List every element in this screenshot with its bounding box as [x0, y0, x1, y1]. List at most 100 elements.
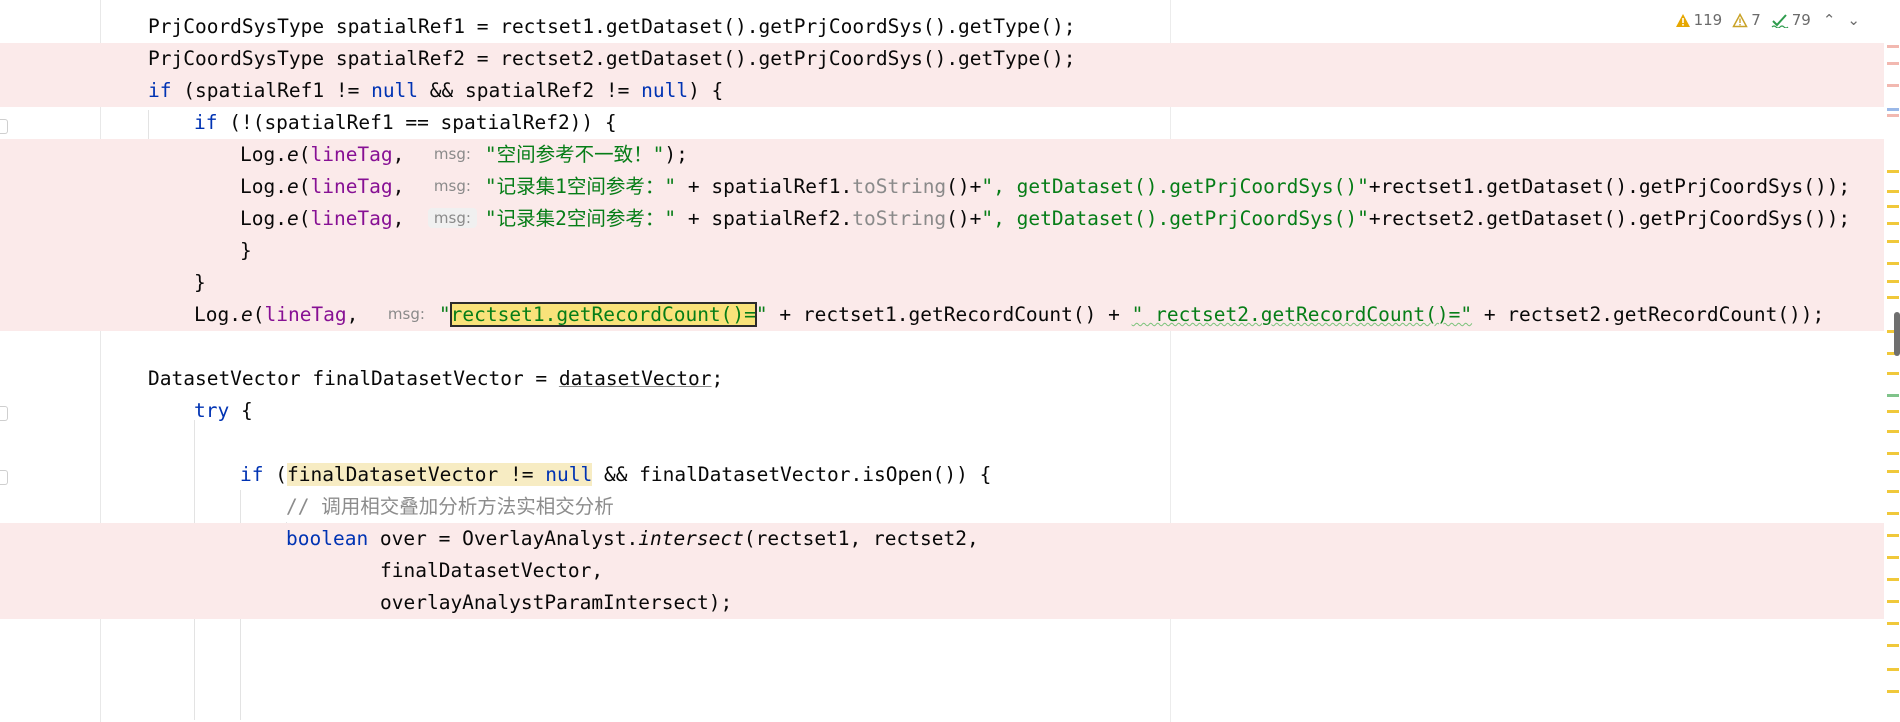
code-line[interactable]: try { — [0, 395, 1884, 427]
error-stripe-mark[interactable] — [1887, 430, 1899, 433]
warnings-indicator[interactable]: 119 — [1675, 11, 1723, 29]
warning-icon — [1675, 13, 1690, 27]
error-stripe-mark[interactable] — [1887, 84, 1899, 87]
error-stripe-mark[interactable] — [1887, 372, 1899, 375]
error-stripe-mark[interactable] — [1887, 690, 1899, 693]
code-text: Log. — [240, 143, 287, 166]
error-stripe-mark[interactable] — [1887, 534, 1899, 537]
error-stripe-mark[interactable] — [1887, 600, 1899, 603]
code-text: ) { — [688, 79, 724, 102]
previous-highlight-icon[interactable]: ⌃ — [1823, 11, 1836, 29]
code-line[interactable]: if (finalDatasetVector != null && finalD… — [0, 459, 1884, 491]
next-highlight-icon[interactable]: ⌄ — [1847, 11, 1860, 29]
code-line[interactable]: Log.e(lineTag, msg: "rectset1.getRecordCo… — [0, 299, 1884, 331]
method-name: toString — [852, 207, 947, 230]
error-stripe-mark[interactable] — [1887, 170, 1899, 173]
keyword: try — [194, 399, 230, 422]
error-stripe-mark[interactable] — [1887, 45, 1899, 48]
keyword: boolean — [286, 527, 369, 550]
code-line[interactable]: if (!(spatialRef1 == spatialRef2)) { — [0, 107, 1884, 139]
code-text: + rectset2.getRecordCount()); — [1472, 303, 1825, 326]
string-literal: ", getDataset().getPrjCoordSys()" — [981, 207, 1369, 230]
code-text: ()+ — [946, 175, 982, 198]
error-stripe-mark[interactable] — [1887, 262, 1899, 265]
error-stripe-mark[interactable] — [1887, 280, 1899, 283]
error-stripe-mark[interactable] — [1887, 394, 1899, 397]
code-text: , — [392, 207, 405, 230]
error-stripe-mark[interactable] — [1887, 470, 1899, 473]
method-name: e — [286, 143, 299, 166]
method-name: intersect — [638, 527, 744, 550]
code-line[interactable]: PrjCoordSysType spatialRef1 = rectset1.g… — [0, 11, 1884, 43]
error-stripe-mark[interactable] — [1887, 668, 1899, 671]
code-text: Log. — [240, 175, 287, 198]
typos-indicator[interactable]: 79 — [1771, 11, 1811, 29]
weak-warnings-indicator[interactable]: 7 — [1732, 11, 1761, 29]
inspection-widget[interactable]: 119 7 79 ⌃ ⌄ — [1665, 8, 1860, 32]
code-text: PrjCoordSysType spatialRef2 = rectset2.g… — [148, 47, 1076, 70]
code-text: ()+ — [946, 207, 982, 230]
error-stripe-mark[interactable] — [1887, 114, 1899, 117]
search-match[interactable]: rectset1.getRecordCount()= — [449, 302, 757, 327]
error-stripe-mark[interactable] — [1887, 556, 1899, 559]
keyword: null — [641, 79, 689, 102]
error-stripe-mark[interactable] — [1887, 622, 1899, 625]
code-text: ( — [263, 463, 287, 486]
error-stripe-mark[interactable] — [1887, 490, 1899, 493]
code-line[interactable]: DatasetVector finalDatasetVector = datas… — [0, 363, 1884, 395]
code-text: + rectset1.getRecordCount() + — [767, 303, 1132, 326]
error-stripe-mark[interactable] — [1887, 512, 1899, 515]
code-text: ( — [252, 303, 265, 326]
code-text: overlayAnalystParamIntersect); — [380, 591, 733, 614]
code-text: } — [194, 271, 206, 294]
method-name: e — [286, 207, 299, 230]
scrollbar-thumb[interactable] — [1894, 312, 1900, 356]
code-line[interactable]: boolean over = OverlayAnalyst.intersect(… — [0, 523, 1884, 555]
keyword: null — [371, 79, 419, 102]
typos-count: 79 — [1791, 11, 1811, 29]
error-stripe-mark[interactable] — [1887, 108, 1899, 111]
error-stripe-mark[interactable] — [1887, 240, 1899, 243]
error-stripe-mark[interactable] — [1887, 222, 1899, 225]
code-text: && finalDatasetVector.isOpen()) { — [592, 463, 992, 486]
code-line[interactable]: // 调用相交叠加分析方法实相交分析 — [0, 491, 1884, 523]
code-line[interactable]: finalDatasetVector, — [0, 555, 1884, 587]
typo-check-icon — [1771, 13, 1789, 28]
string-literal: ", getDataset().getPrjCoordSys()" — [981, 175, 1369, 198]
method-name: e — [286, 175, 299, 198]
error-stripe-mark[interactable] — [1887, 410, 1899, 413]
code-line[interactable]: Log.e(lineTag, msg: "空间参考不一致！"); — [0, 139, 1884, 171]
error-stripe-mark[interactable] — [1887, 62, 1899, 65]
code-line[interactable]: } — [0, 235, 1884, 267]
string-literal: " — [438, 303, 451, 326]
code-text: over = OverlayAnalyst. — [368, 527, 639, 550]
editor-scrollbar[interactable] — [1884, 0, 1900, 722]
code-text: ; — [711, 367, 724, 390]
code-line[interactable]: Log.e(lineTag, msg: "记录集1空间参考：" + spatial… — [0, 171, 1884, 203]
code-line[interactable]: PrjCoordSysType spatialRef2 = rectset2.g… — [0, 43, 1884, 75]
error-stripe-mark[interactable] — [1887, 205, 1899, 208]
code-line[interactable]: } — [0, 267, 1884, 299]
keyword: if — [148, 79, 172, 102]
code-text: (spatialRef1 != — [171, 79, 372, 102]
code-text: + spatialRef1. — [676, 175, 853, 198]
field-name: lineTag — [264, 303, 347, 326]
code-editor[interactable]: PrjCoordSysType spatialRef1 = rectset1.g… — [0, 0, 1900, 722]
error-stripe-mark[interactable] — [1887, 452, 1899, 455]
parameter-hint: msg: — [433, 177, 471, 195]
error-stripe-mark[interactable] — [1887, 296, 1899, 299]
code-text: (rectset1, rectset2, — [743, 527, 979, 550]
code-line[interactable]: Log.e(lineTag, msg: "记录集2空间参考：" + spatial… — [0, 203, 1884, 235]
error-stripe-mark[interactable] — [1887, 578, 1899, 581]
weak-warning-icon — [1732, 12, 1748, 27]
error-stripe-mark[interactable] — [1887, 190, 1899, 193]
parameter-hint: msg: — [433, 145, 471, 163]
code-text: && spatialRef2 != — [418, 79, 642, 102]
code-text: } — [240, 239, 252, 262]
error-stripe-mark[interactable] — [1887, 644, 1899, 647]
code-text: ( — [298, 207, 311, 230]
code-line[interactable]: overlayAnalystParamIntersect); — [0, 587, 1884, 619]
usage-highlight: finalDatasetVector != — [286, 463, 546, 486]
warnings-count: 119 — [1693, 11, 1723, 29]
code-line[interactable]: if (spatialRef1 != null && spatialRef2 !… — [0, 75, 1884, 107]
